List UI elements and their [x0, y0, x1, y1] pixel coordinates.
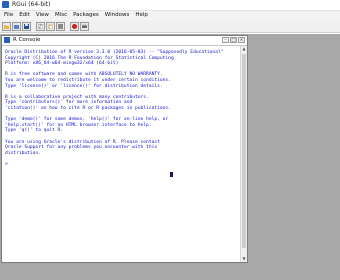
copy-button[interactable]	[36, 21, 45, 31]
console-line: Platform: x86_64-w64-mingw32/x64 (64-bit…	[5, 61, 119, 67]
paste-icon	[48, 24, 53, 29]
menu-file[interactable]: File	[4, 11, 13, 20]
minimize-button[interactable]: –	[222, 37, 229, 43]
r-logo-icon	[4, 37, 10, 43]
menu-bar: File Edit View Misc Packages Windows Hel…	[0, 11, 340, 20]
copy-paste-button[interactable]	[56, 21, 65, 31]
window-controls: – □ ×	[222, 37, 245, 43]
console-line: Oracle Support for any problems you enco…	[5, 145, 158, 151]
vertical-scrollbar[interactable]: ▲ ▼	[240, 46, 247, 262]
console-line: >	[5, 161, 11, 167]
console-title: R Console	[13, 37, 41, 43]
console-line: 'help.start()' for an HTML browser inter…	[5, 122, 152, 128]
console-line: Type 'demo()' for some demos, 'help()' f…	[5, 117, 169, 123]
scroll-up-icon[interactable]: ▲	[241, 46, 247, 52]
mdi-workspace: R Console – □ × Oracle Distribution of R…	[0, 34, 340, 280]
console-line: distribution.	[5, 150, 41, 156]
menu-windows[interactable]: Windows	[105, 11, 130, 20]
scroll-thumb[interactable]	[242, 54, 246, 248]
paste-button[interactable]	[46, 21, 55, 31]
console-line: Type 'license()' or 'licence()' for dist…	[5, 83, 163, 89]
console-line: 'citation()' on how to cite R or R packa…	[5, 105, 171, 111]
print-icon	[82, 23, 87, 28]
console-line: You are welcome to redistribute it under…	[5, 77, 171, 83]
menu-misc[interactable]: Misc	[55, 11, 67, 20]
console-output[interactable]: Oracle Distribution of R version 3.3.0 (…	[2, 46, 240, 262]
maximize-button[interactable]: □	[230, 37, 237, 43]
menu-packages[interactable]: Packages	[73, 11, 99, 20]
r-logo-icon	[2, 1, 9, 8]
app-title: RGui (64-bit)	[12, 1, 51, 8]
open-script-button[interactable]	[2, 21, 11, 31]
close-button[interactable]: ×	[238, 37, 245, 43]
menu-help[interactable]: Help	[135, 11, 148, 20]
console-line: R is free software and comes with ABSOLU…	[5, 72, 163, 78]
open-script-icon	[4, 24, 9, 29]
save-icon	[24, 23, 29, 29]
console-window[interactable]: R Console – □ × Oracle Distribution of R…	[1, 35, 248, 263]
console-text: Oracle Distribution of R version 3.3.0 (…	[2, 46, 240, 167]
console-line: Type 'q()' to quit R.	[5, 128, 64, 134]
stop-button[interactable]	[70, 21, 79, 31]
save-button[interactable]	[22, 21, 31, 31]
console-line: Copyright (C) 2016 The R Foundation for …	[5, 55, 174, 61]
copy-paste-icon	[58, 23, 63, 29]
console-titlebar[interactable]: R Console – □ ×	[2, 36, 247, 46]
copy-icon	[38, 23, 43, 29]
app-titlebar: RGui (64-bit)	[0, 0, 340, 11]
stop-icon	[72, 23, 77, 29]
console-line: Type 'contributors()' for more informati…	[5, 100, 133, 106]
text-cursor	[170, 172, 173, 177]
print-button[interactable]	[80, 21, 89, 31]
menu-view[interactable]: View	[36, 11, 49, 20]
menu-edit[interactable]: Edit	[19, 11, 30, 20]
console-line: Oracle Distribution of R version 3.3.0 (…	[5, 50, 224, 55]
load-workspace-icon	[14, 24, 19, 29]
toolbar	[0, 20, 340, 33]
load-workspace-button[interactable]	[12, 21, 21, 31]
scroll-down-icon[interactable]: ▼	[241, 256, 247, 262]
console-line: R is a collaborative project with many c…	[5, 94, 149, 100]
console-line: You are using Oracle's distribution of R…	[5, 139, 160, 145]
